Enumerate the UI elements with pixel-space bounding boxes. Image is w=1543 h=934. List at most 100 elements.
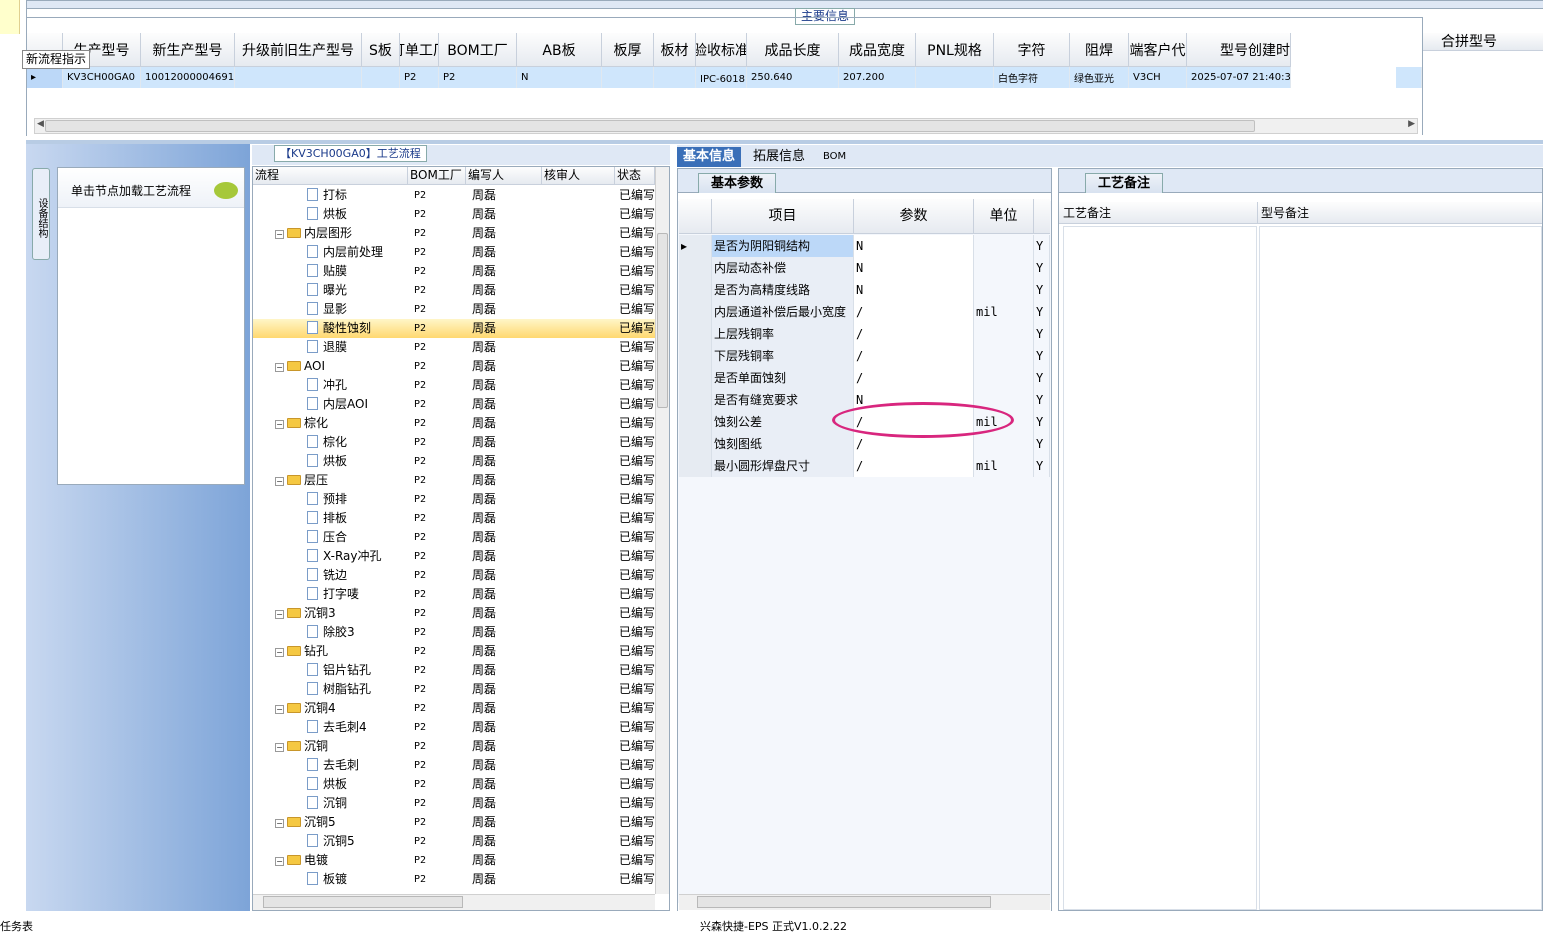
remarks-title[interactable]: 工艺备注 <box>1085 173 1164 193</box>
grid-column-header[interactable]: 阻焊 <box>1070 33 1129 67</box>
tree-node[interactable]: 压合 <box>253 528 408 547</box>
tree-row[interactable]: − 内层图形 P2 周磊 已编写 <box>253 224 655 243</box>
tree-node[interactable]: 铣边 <box>253 566 408 585</box>
tree-node[interactable]: − 钻孔 <box>253 642 408 661</box>
tree-node[interactable]: 打标 <box>253 186 408 205</box>
grid-cell[interactable]: 白色字符 <box>994 67 1070 88</box>
tree-row[interactable]: 板镀 P2 周磊 已编写 <box>253 870 655 889</box>
tree-node[interactable]: − 沉铜3 <box>253 604 408 623</box>
grid-cell[interactable]: P2 <box>439 67 517 88</box>
param-row[interactable]: 下层残铜率 / Y <box>679 345 1050 367</box>
tree-node[interactable]: 烘板 <box>253 205 408 224</box>
splitter-bar[interactable] <box>26 140 1543 144</box>
tree-row[interactable]: 铣边 P2 周磊 已编写 <box>253 566 655 585</box>
tree-row[interactable]: X-Ray冲孔 P2 周磊 已编写 <box>253 547 655 566</box>
tree-column-header[interactable]: BOM工厂 <box>408 167 466 185</box>
grid-cell[interactable]: 207.200 <box>839 67 916 88</box>
tree-row[interactable]: 排板 P2 周磊 已编写 <box>253 509 655 528</box>
model-remark-text[interactable] <box>1259 226 1542 910</box>
grid-column-header[interactable]: BOM工厂 <box>439 33 517 67</box>
param-value[interactable]: / <box>854 455 974 477</box>
tree-node[interactable]: 贴膜 <box>253 262 408 281</box>
grid-column-header[interactable]: AB板 <box>517 33 602 67</box>
merge-model-header[interactable]: 合拼型号 <box>1423 33 1543 51</box>
grid-cell[interactable] <box>916 67 994 88</box>
param-row[interactable]: 是否单面蚀刻 / Y <box>679 367 1050 389</box>
tree-column-header[interactable]: 状态 <box>615 167 655 185</box>
main-grid-hscrollbar[interactable]: ◀ ▶ <box>34 118 1418 134</box>
tree-row[interactable]: − AOI P2 周磊 已编写 <box>253 357 655 376</box>
tree-column-header[interactable]: 编写人 <box>466 167 542 185</box>
tree-row[interactable]: − 棕化 P2 周磊 已编写 <box>253 414 655 433</box>
grid-cell[interactable] <box>654 67 696 88</box>
tree-node[interactable]: 沉铜 <box>253 794 408 813</box>
row-selector[interactable] <box>679 455 712 477</box>
tree-node[interactable]: X-Ray冲孔 <box>253 547 408 566</box>
row-selector[interactable] <box>679 323 712 345</box>
tree-node[interactable]: 树脂钻孔 <box>253 680 408 699</box>
tree-column-header[interactable]: 流程 <box>253 167 408 185</box>
tree-node[interactable]: 预排 <box>253 490 408 509</box>
param-value[interactable]: N <box>854 235 974 257</box>
tree-row[interactable]: 显影 P2 周磊 已编写 <box>253 300 655 319</box>
tree-row[interactable]: 冲孔 P2 周磊 已编写 <box>253 376 655 395</box>
grid-cell[interactable] <box>602 67 654 88</box>
tree-row[interactable]: 烘板 P2 周磊 已编写 <box>253 775 655 794</box>
scroll-thumb[interactable] <box>45 120 1255 132</box>
row-selector[interactable] <box>679 257 712 279</box>
tree-node[interactable]: 曝光 <box>253 281 408 300</box>
param-row[interactable]: 上层残铜率 / Y <box>679 323 1050 345</box>
grid-cell[interactable]: 10012000004691 <box>141 67 235 88</box>
tree-row[interactable]: 内层前处理 P2 周磊 已编写 <box>253 243 655 262</box>
tree-row[interactable]: 酸性蚀刻 P2 周磊 已编写 <box>253 319 655 338</box>
tree-hscrollbar[interactable] <box>253 894 655 910</box>
collapse-icon[interactable]: − <box>275 705 284 714</box>
row-selector[interactable] <box>679 301 712 323</box>
grid-column-header[interactable]: PNL规格 <box>916 33 994 67</box>
tree-row[interactable]: 去毛刺4 P2 周磊 已编写 <box>253 718 655 737</box>
grid-cell[interactable]: KV3CH00GA0 <box>63 67 141 88</box>
collapse-icon[interactable]: − <box>275 230 284 239</box>
grid-column-header[interactable]: 升级前旧生产型号 <box>235 33 362 67</box>
grid-column-header[interactable]: 终端客户代码 <box>1129 33 1187 67</box>
grid-cell[interactable] <box>235 67 362 88</box>
tree-node[interactable]: 显影 <box>253 300 408 319</box>
param-row[interactable]: 内层动态补偿 N Y <box>679 257 1050 279</box>
param-value[interactable]: N <box>854 279 974 301</box>
comment-icon[interactable] <box>214 182 238 199</box>
tree-node[interactable]: − 沉铜5 <box>253 813 408 832</box>
param-value[interactable]: / <box>854 301 974 323</box>
collapse-icon[interactable]: − <box>275 420 284 429</box>
row-selector[interactable] <box>679 367 712 389</box>
grid-cell[interactable]: N <box>517 67 602 88</box>
param-row[interactable]: 蚀刻图纸 / Y <box>679 433 1050 455</box>
tree-node[interactable]: 内层前处理 <box>253 243 408 262</box>
param-row[interactable]: 最小圆形焊盘尺寸 / mil Y <box>679 455 1050 477</box>
tree-row[interactable]: 压合 P2 周磊 已编写 <box>253 528 655 547</box>
tree-node[interactable]: 板镀 <box>253 870 408 889</box>
grid-column-header[interactable]: 订单工厂 <box>400 33 439 67</box>
tree-row[interactable]: − 沉铜3 P2 周磊 已编写 <box>253 604 655 623</box>
tree-row[interactable]: 打标 P2 周磊 已编写 <box>253 186 655 205</box>
grid-column-header[interactable]: S板 <box>362 33 400 67</box>
grid-cell[interactable]: 2025-07-07 21:40:37 <box>1187 67 1291 88</box>
tree-row[interactable]: 曝光 P2 周磊 已编写 <box>253 281 655 300</box>
tree-row[interactable]: − 层压 P2 周磊 已编写 <box>253 471 655 490</box>
tree-node[interactable]: − 沉铜4 <box>253 699 408 718</box>
basic-params-title[interactable]: 基本参数 <box>698 173 777 193</box>
col-item[interactable]: 项目 <box>712 199 854 234</box>
tree-scroll-thumb[interactable] <box>657 233 668 408</box>
tree-node[interactable]: 铝片钻孔 <box>253 661 408 680</box>
grid-cell[interactable]: P2 <box>400 67 439 88</box>
model-remark-col[interactable]: 型号备注 <box>1261 202 1309 224</box>
tree-row[interactable]: 沉铜 P2 周磊 已编写 <box>253 794 655 813</box>
tree-row[interactable]: − 沉铜4 P2 周磊 已编写 <box>253 699 655 718</box>
tree-row[interactable]: 烘板 P2 周磊 已编写 <box>253 452 655 471</box>
grid-cell[interactable]: 绿色亚光 <box>1070 67 1129 88</box>
tab-extended-info[interactable]: 拓展信息 <box>747 147 811 167</box>
tree-node[interactable]: − 电镀 <box>253 851 408 870</box>
tree-node[interactable]: − 层压 <box>253 471 408 490</box>
device-structure-tab[interactable]: 设备结构 <box>32 168 50 260</box>
tree-node[interactable]: 棕化 <box>253 433 408 452</box>
row-selector[interactable] <box>679 279 712 301</box>
